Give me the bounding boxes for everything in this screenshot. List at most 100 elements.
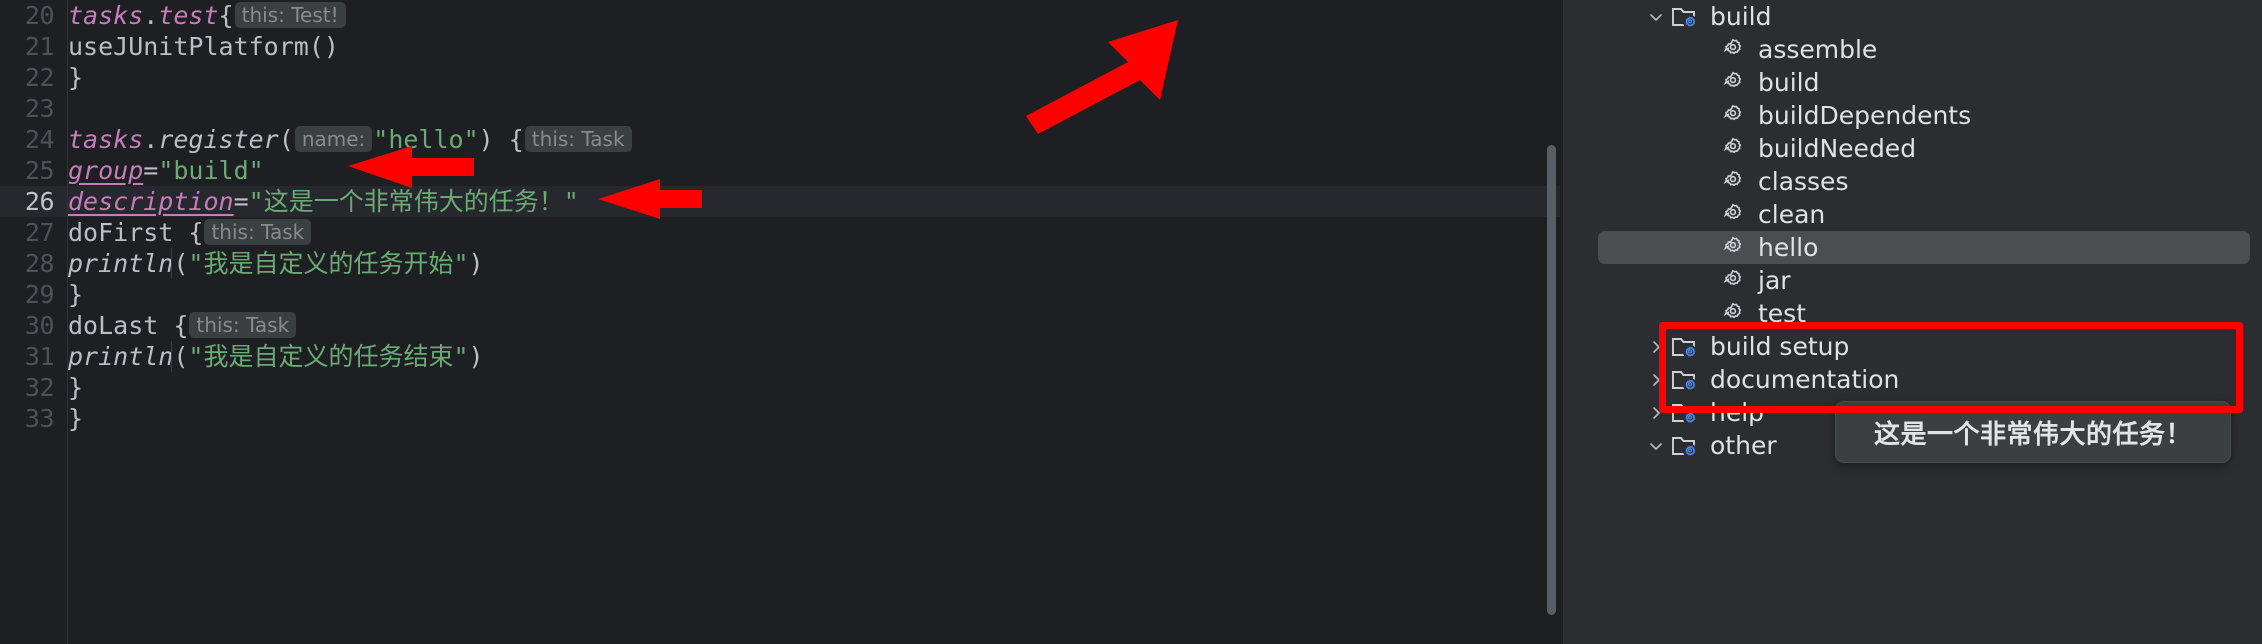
code-token: ( xyxy=(173,249,189,278)
code-token: } xyxy=(68,280,84,309)
tree-item-assemble[interactable]: assemble xyxy=(1691,33,1877,66)
code-line[interactable]: doFirst {this: Task xyxy=(68,217,1563,248)
tree-item-hello[interactable]: hello xyxy=(1691,231,1818,264)
editor-gutter[interactable]: 20 21 22 23 24 25 26 27 28 29 30 31 32 33 xyxy=(0,0,68,644)
tree-item-label: build xyxy=(1710,2,1772,31)
code-token: } xyxy=(68,63,84,92)
line-number[interactable]: 30 xyxy=(0,310,55,341)
code-line[interactable]: } xyxy=(68,372,1563,403)
gear-icon xyxy=(1717,201,1749,229)
code-line[interactable]: println("我是自定义的任务结束") xyxy=(68,341,1563,372)
code-editor[interactable]: 20 21 22 23 24 25 26 27 28 29 30 31 32 33 tasks.test … xyxy=(0,0,1563,644)
line-number[interactable]: 25 xyxy=(0,155,55,186)
code-token: ) xyxy=(468,249,484,278)
inlay-hint: this: Test! xyxy=(234,2,346,28)
line-number[interactable]: 31 xyxy=(0,341,55,372)
gear-icon xyxy=(1717,69,1749,97)
tree-item-label: clean xyxy=(1758,200,1826,229)
tree-item-label: other xyxy=(1710,431,1777,460)
code-token: . xyxy=(143,1,159,30)
code-token: tasks xyxy=(68,125,144,154)
annotation-rectangle-hello xyxy=(1659,322,2243,413)
code-token: register xyxy=(158,125,279,154)
line-number[interactable]: 27 xyxy=(0,217,55,248)
tree-item-other[interactable]: other xyxy=(1643,429,1777,462)
tree-item-label: buildDependents xyxy=(1758,101,1972,130)
code-token: "我是自定义的任务结束" xyxy=(188,342,469,371)
tree-item-label: classes xyxy=(1758,167,1849,196)
chevron-down-icon[interactable] xyxy=(1643,433,1669,459)
code-token: println xyxy=(68,342,174,371)
gear-icon xyxy=(1717,267,1749,295)
tree-item-label: assemble xyxy=(1758,35,1878,64)
tree-item-clean[interactable]: clean xyxy=(1691,198,1825,231)
screenshot-root: 20 21 22 23 24 25 26 27 28 29 30 31 32 33 tasks.test … xyxy=(0,0,2262,644)
tree-item-builddependents[interactable]: buildDependents xyxy=(1691,99,1971,132)
code-line[interactable]: } xyxy=(68,62,1563,93)
code-token: ) { xyxy=(478,125,524,154)
code-token: ) xyxy=(468,342,484,371)
tree-item-build[interactable]: build xyxy=(1691,66,1819,99)
inlay-hint: name: xyxy=(294,126,373,152)
chevron-placeholder xyxy=(1691,136,1717,162)
code-line[interactable]: println("我是自定义的任务开始") xyxy=(68,248,1563,279)
chevron-placeholder xyxy=(1691,70,1717,96)
line-number[interactable]: 26 xyxy=(0,186,55,217)
inlay-hint: this: Task xyxy=(524,126,632,152)
tooltip-text: 这是一个非常伟大的任务！ xyxy=(1873,419,2192,450)
gear-icon xyxy=(1717,102,1749,130)
line-number[interactable]: 32 xyxy=(0,372,55,403)
code-line[interactable]: description = "这是一个非常伟大的任务！" xyxy=(68,186,1563,217)
code-line[interactable]: } xyxy=(68,279,1563,310)
chevron-placeholder xyxy=(1691,268,1717,294)
line-number[interactable]: 28 xyxy=(0,248,55,279)
gear-icon xyxy=(1717,135,1749,163)
code-token: = xyxy=(233,187,249,216)
code-token: test xyxy=(158,1,219,30)
folder-gear-icon xyxy=(1669,3,1701,31)
line-number[interactable]: 29 xyxy=(0,279,55,310)
code-token: useJUnitPlatform() xyxy=(68,32,339,61)
tree-item-label: hello xyxy=(1758,233,1819,262)
line-number[interactable]: 21 xyxy=(0,31,55,62)
inlay-hint: this: Task xyxy=(189,312,297,338)
line-number[interactable]: 33 xyxy=(0,403,55,434)
code-token: = xyxy=(143,156,159,185)
code-token: { xyxy=(218,1,234,30)
line-number[interactable]: 23 xyxy=(0,93,55,124)
indent-guide xyxy=(171,341,172,372)
code-token: description xyxy=(68,187,234,216)
tree-item-jar[interactable]: jar xyxy=(1691,264,1791,297)
code-line[interactable]: doLast {this: Task xyxy=(68,310,1563,341)
code-token: println xyxy=(68,249,174,278)
gear-icon xyxy=(1717,36,1749,64)
editor-vertical-scrollbar[interactable] xyxy=(1547,145,1556,615)
code-token: tasks xyxy=(68,1,144,30)
line-number[interactable]: 20 xyxy=(0,0,55,31)
code-line[interactable]: useJUnitPlatform() xyxy=(68,31,1563,62)
code-token: . xyxy=(143,125,159,154)
folder-gear-icon xyxy=(1669,432,1701,460)
code-line[interactable]: tasks.test {this: Test! xyxy=(68,0,1563,31)
tree-item-label: jar xyxy=(1758,266,1791,295)
code-token: doFirst { xyxy=(68,218,204,247)
gear-icon xyxy=(1717,168,1749,196)
tree-item-build[interactable]: build xyxy=(1643,0,1771,33)
code-token: doLast { xyxy=(68,311,189,340)
code-token: "hello" xyxy=(373,125,479,154)
code-line[interactable] xyxy=(68,93,1563,124)
line-number[interactable]: 24 xyxy=(0,124,55,155)
code-token: ( xyxy=(173,342,189,371)
chevron-down-icon[interactable] xyxy=(1643,4,1669,30)
code-token: "我是自定义的任务开始" xyxy=(188,249,469,278)
tree-item-label: build xyxy=(1758,68,1820,97)
code-content[interactable]: tasks.test {this: Test! useJUnitPlatform… xyxy=(68,0,1563,644)
chevron-placeholder xyxy=(1691,202,1717,228)
code-token: group xyxy=(68,156,144,185)
line-number[interactable]: 22 xyxy=(0,62,55,93)
code-line[interactable]: group = "build" xyxy=(68,155,1563,186)
code-line[interactable]: tasks.register(name: "hello") {this: Task xyxy=(68,124,1563,155)
tree-item-classes[interactable]: classes xyxy=(1691,165,1848,198)
tree-item-buildneeded[interactable]: buildNeeded xyxy=(1691,132,1916,165)
code-line[interactable]: } xyxy=(68,403,1563,434)
